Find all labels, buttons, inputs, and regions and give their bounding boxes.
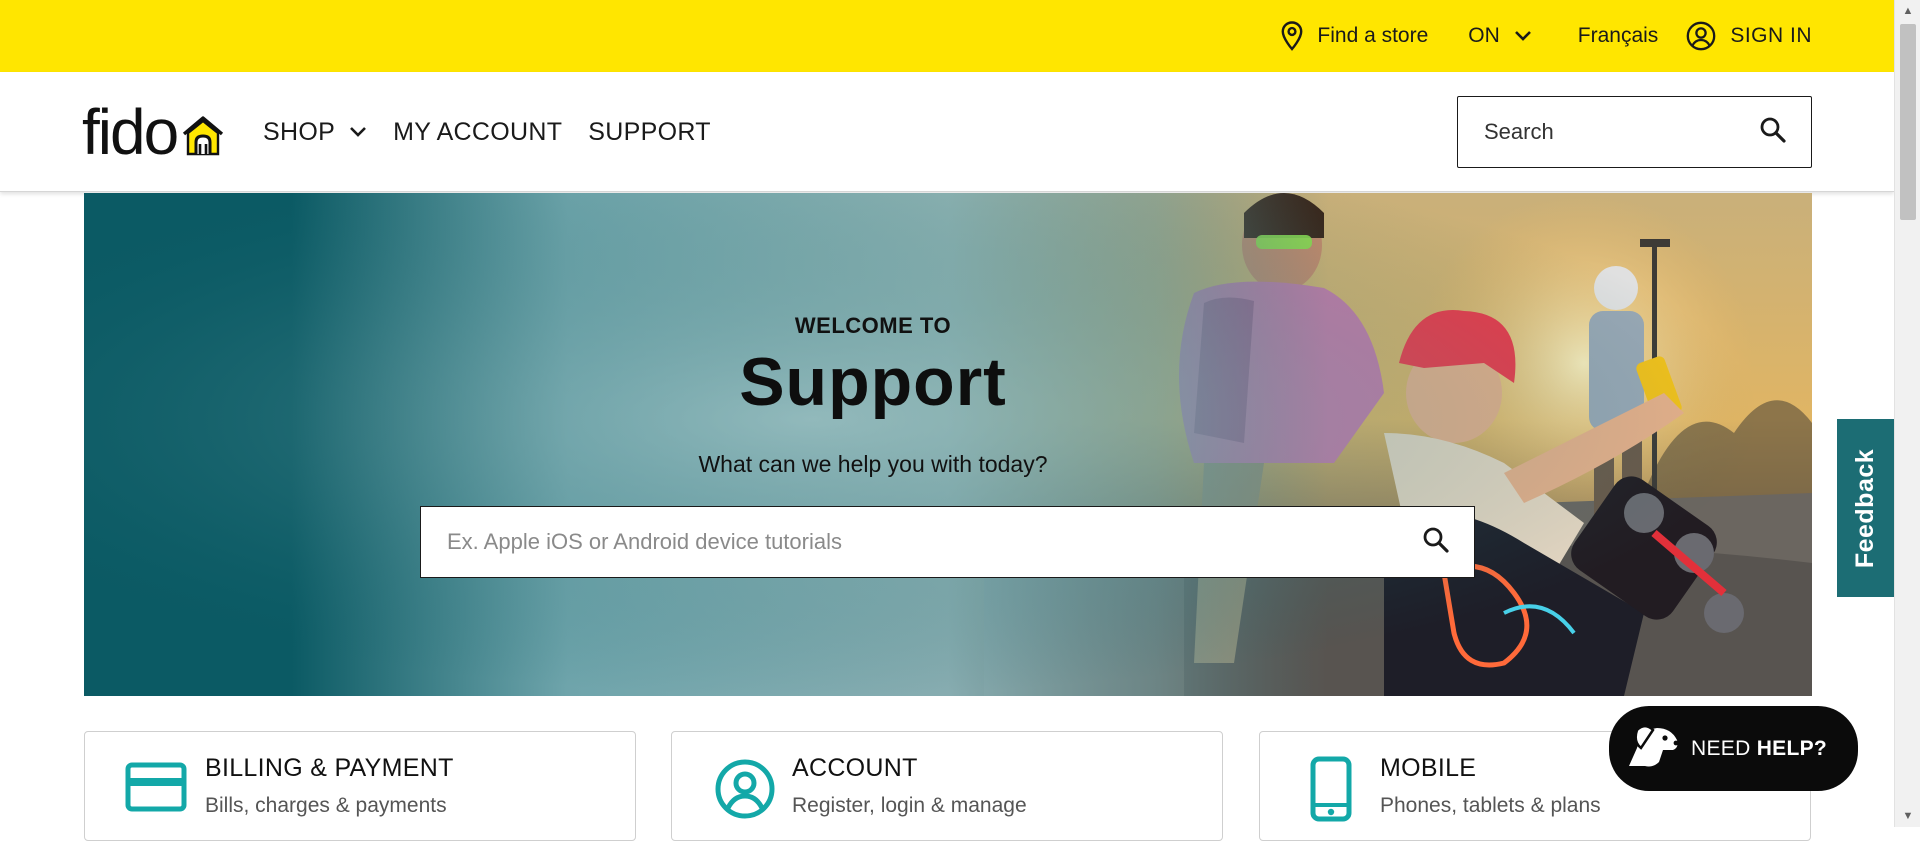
hero-content: WELCOME TO Support What can we help you … <box>84 193 1812 696</box>
nav-my-account[interactable]: MY ACCOUNT <box>393 118 562 147</box>
nav-support[interactable]: SUPPORT <box>588 118 711 147</box>
user-circle-icon <box>714 758 776 825</box>
card-subtitle: Register, login & manage <box>792 794 1027 817</box>
support-search-box <box>420 506 1475 578</box>
chevron-down-icon <box>1514 30 1532 42</box>
feedback-tab[interactable]: Feedback <box>1837 419 1894 597</box>
need-help-chat-button[interactable]: NEED HELP? <box>1609 706 1858 791</box>
nav-support-label: SUPPORT <box>588 117 711 146</box>
scroll-down-arrow-icon[interactable]: ▼ <box>1895 805 1920 827</box>
search-icon[interactable] <box>1422 526 1450 559</box>
hero-eyebrow: WELCOME TO <box>794 313 952 338</box>
card-title: ACCOUNT <box>792 754 918 782</box>
language-toggle[interactable]: Français <box>1578 24 1659 48</box>
primary-nav: SHOP MY ACCOUNT SUPPORT <box>263 72 737 192</box>
card-account[interactable]: ACCOUNT Register, login & manage <box>671 731 1223 841</box>
card-subtitle: Bills, charges & payments <box>205 794 447 817</box>
need-help-bold: HELP? <box>1756 736 1828 760</box>
card-title: MOBILE <box>1380 754 1477 782</box>
smartphone-icon <box>1310 756 1352 827</box>
scroll-up-arrow-icon[interactable]: ▲ <box>1895 0 1920 22</box>
utility-bar-links: Find a store ON Français SIGN IN <box>1281 0 1812 72</box>
doghouse-logo-icon <box>181 115 225 162</box>
user-circle-icon <box>1686 21 1716 51</box>
fido-logo[interactable]: fido <box>82 96 225 168</box>
support-hero-banner: WELCOME TO Support What can we help you … <box>84 193 1812 696</box>
page-title: Support <box>739 344 1007 420</box>
nav-shop-label: SHOP <box>263 117 336 146</box>
card-subtitle: Phones, tablets & plans <box>1380 794 1601 817</box>
sign-in-link[interactable]: SIGN IN <box>1686 21 1812 51</box>
find-store-link[interactable]: Find a store <box>1281 21 1428 51</box>
location-pin-icon <box>1281 21 1303 51</box>
utility-bar: Find a store ON Français SIGN IN <box>0 0 1894 72</box>
page-scrollbar[interactable]: ▲ ▼ <box>1894 0 1920 827</box>
support-search-input[interactable] <box>445 528 1385 556</box>
feedback-label: Feedback <box>1851 448 1879 568</box>
logo-wordmark: fido <box>82 96 179 168</box>
header-search-input[interactable] <box>1482 118 1732 146</box>
province-selector[interactable]: ON <box>1468 24 1532 48</box>
dog-mascot-icon <box>1623 718 1681 779</box>
header-search-box <box>1457 96 1812 168</box>
sign-in-label: SIGN IN <box>1730 24 1812 47</box>
language-label: Français <box>1577 24 1659 47</box>
card-billing-payment[interactable]: BILLING & PAYMENT Bills, charges & payme… <box>84 731 636 841</box>
need-help-label: NEED HELP? <box>1691 737 1827 761</box>
nav-shop[interactable]: SHOP <box>263 118 367 147</box>
search-icon[interactable] <box>1759 116 1787 149</box>
chevron-down-icon <box>349 126 367 138</box>
find-store-label: Find a store <box>1317 24 1429 47</box>
main-header: fido SHOP MY ACCOUNT SUPPORT <box>0 72 1894 192</box>
need-help-prefix: NEED <box>1691 736 1757 760</box>
nav-my-account-label: MY ACCOUNT <box>393 117 563 146</box>
credit-card-icon <box>125 762 187 817</box>
province-label: ON <box>1468 24 1500 47</box>
scrollbar-thumb[interactable] <box>1900 24 1916 220</box>
card-title: BILLING & PAYMENT <box>205 754 454 782</box>
hero-subtitle: What can we help you with today? <box>698 451 1048 477</box>
